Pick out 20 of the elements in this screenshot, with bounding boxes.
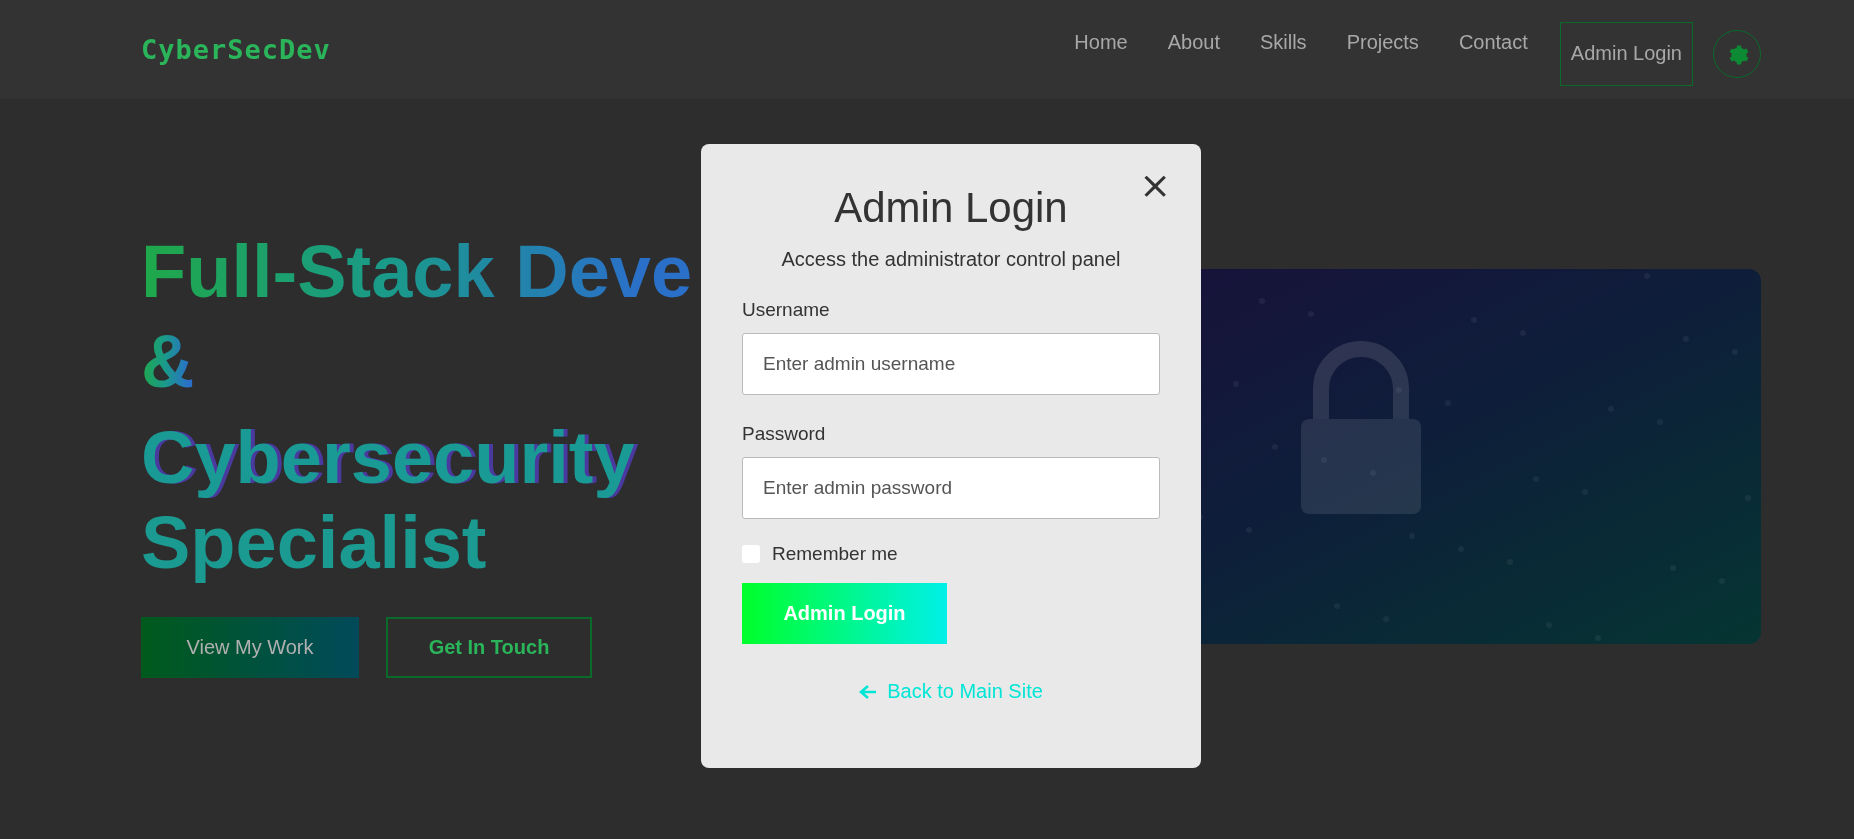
username-field[interactable]: Enter admin username (742, 333, 1160, 395)
field-label: Password (742, 423, 827, 445)
modal-subtitle: Access the administrator control panel (780, 248, 1122, 271)
field-label: Username (742, 299, 831, 321)
hero-heading-line: Cybersecurity (141, 415, 635, 501)
nav-link[interactable]: About (1167, 31, 1220, 54)
view-work-button[interactable]: View My Work (141, 617, 359, 678)
site-logo[interactable]: CyberSecDev (141, 34, 331, 65)
nav-link[interactable]: Projects (1346, 31, 1419, 54)
contact-button[interactable]: Get In Touch (386, 617, 592, 678)
modal-title: Admin Login (834, 183, 1068, 233)
admin-login-button[interactable]: Admin Login (1559, 21, 1693, 86)
checkbox-label: Remember me (772, 543, 898, 565)
nav-link[interactable]: Skills (1259, 31, 1307, 54)
nav-link[interactable]: Home (1074, 31, 1128, 54)
close-button[interactable]: × (1135, 168, 1175, 202)
arrow-left-icon (859, 683, 878, 700)
nav-link[interactable]: Contact (1458, 31, 1528, 54)
password-field[interactable]: Enter admin password (742, 457, 1160, 519)
hero-heading-line: Specialist (141, 503, 487, 583)
